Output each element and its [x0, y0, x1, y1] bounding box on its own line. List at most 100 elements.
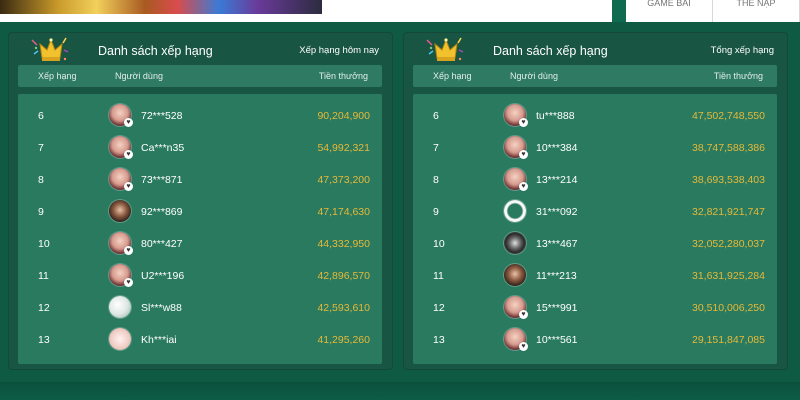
top-banner-area — [0, 0, 612, 22]
column-header-row: Xếp hạng Người dùng Tiền thưởng — [413, 65, 777, 87]
heart-badge-icon: ♥ — [124, 118, 133, 127]
bottom-stripe — [0, 382, 800, 400]
row-user: 13***214 — [536, 174, 578, 186]
row-prize: 42,593,610 — [317, 302, 370, 314]
ranking-panel-today: Danh sách xếp hạng Xếp hạng hôm nay Xếp … — [8, 32, 393, 370]
row-prize: 42,896,570 — [317, 270, 370, 282]
table-row: 8 ♥ 73***871 47,373,200 — [18, 163, 382, 195]
panel-header: Danh sách xếp hạng Tổng xếp hạng — [403, 32, 788, 66]
column-header-user: Người dùng — [115, 71, 163, 81]
row-prize: 41,295,260 — [317, 334, 370, 346]
column-header-prize: Tiền thưởng — [713, 71, 763, 81]
heart-badge-icon: ♥ — [519, 150, 528, 159]
row-user: 10***384 — [536, 142, 578, 154]
table-row: 13 ♥ 10***561 29,151,847,085 — [413, 323, 777, 355]
row-rank: 7 — [38, 142, 44, 154]
row-prize: 54,992,321 — [317, 142, 370, 154]
table-row: 6 ♥ tu***888 47,502,748,550 — [413, 99, 777, 131]
avatar — [109, 296, 131, 318]
row-rank: 8 — [433, 174, 439, 186]
row-prize: 47,502,748,550 — [692, 110, 765, 122]
column-header-rank: Xếp hạng — [433, 71, 472, 81]
row-user: 15***991 — [536, 302, 578, 314]
row-prize: 30,510,006,250 — [692, 302, 765, 314]
row-rank: 6 — [433, 110, 439, 122]
row-user: 73***871 — [141, 174, 183, 186]
table-row: 9 92***869 47,174,630 — [18, 195, 382, 227]
row-user: Sl***w88 — [141, 302, 182, 314]
row-prize: 47,174,630 — [317, 206, 370, 218]
heart-badge-icon: ♥ — [519, 342, 528, 351]
row-prize: 47,373,200 — [317, 174, 370, 186]
table-row: 11 11***213 31,631,925,284 — [413, 259, 777, 291]
row-rank: 9 — [433, 206, 439, 218]
row-rank: 11 — [433, 270, 444, 282]
column-header-rank: Xếp hạng — [38, 71, 77, 81]
row-user: 31***092 — [536, 206, 578, 218]
panel-title: Danh sách xếp hạng — [493, 44, 608, 58]
table-row: 10 ♥ 80***427 44,332,950 — [18, 227, 382, 259]
table-row: 13 Kh***iai 41,295,260 — [18, 323, 382, 355]
row-prize: 90,204,900 — [317, 110, 370, 122]
table-row: 12 Sl***w88 42,593,610 — [18, 291, 382, 323]
row-user: U2***196 — [141, 270, 185, 282]
row-user: tu***888 — [536, 110, 575, 122]
table-row: 8 ♥ 13***214 38,693,538,403 — [413, 163, 777, 195]
row-user: 10***561 — [536, 334, 578, 346]
row-user: 80***427 — [141, 238, 183, 250]
column-header-user: Người dùng — [510, 71, 558, 81]
row-rank: 6 — [38, 110, 44, 122]
row-user: 13***467 — [536, 238, 578, 250]
ranking-table: 6 ♥ tu***888 47,502,748,550 7 ♥ 10***384… — [413, 94, 777, 364]
row-rank: 13 — [38, 334, 50, 346]
heart-badge-icon: ♥ — [124, 246, 133, 255]
row-prize: 44,332,950 — [317, 238, 370, 250]
row-prize: 38,747,588,386 — [692, 142, 765, 154]
table-row: 7 ♥ 10***384 38,747,588,386 — [413, 131, 777, 163]
row-rank: 12 — [433, 302, 445, 314]
crown-icon — [31, 37, 69, 61]
heart-badge-icon: ♥ — [519, 182, 528, 191]
column-header-row: Xếp hạng Người dùng Tiền thưởng — [18, 65, 382, 87]
top-tabs: GAME BÀI THẺ NẠP — [626, 0, 800, 22]
heart-badge-icon: ♥ — [124, 150, 133, 159]
row-rank: 11 — [38, 270, 49, 282]
crown-icon — [426, 37, 464, 61]
heart-badge-icon: ♥ — [124, 278, 133, 287]
panel-title: Danh sách xếp hạng — [98, 44, 213, 58]
row-rank: 8 — [38, 174, 44, 186]
ranking-panel-total: Danh sách xếp hạng Tổng xếp hạng Xếp hạn… — [403, 32, 788, 370]
table-row: 10 13***467 32,052,280,037 — [413, 227, 777, 259]
table-row: 12 ♥ 15***991 30,510,006,250 — [413, 291, 777, 323]
row-prize: 32,821,921,747 — [692, 206, 765, 218]
row-prize: 38,693,538,403 — [692, 174, 765, 186]
row-user: Ca***n35 — [141, 142, 185, 154]
avatar — [504, 200, 526, 222]
panel-header: Danh sách xếp hạng Xếp hạng hôm nay — [8, 32, 393, 66]
avatar — [504, 264, 526, 286]
ranking-filter-total[interactable]: Tổng xếp hạng — [711, 45, 774, 56]
row-rank: 13 — [433, 334, 445, 346]
promo-banner-image[interactable] — [0, 0, 322, 14]
row-rank: 10 — [433, 238, 445, 250]
table-row: 6 ♥ 72***528 90,204,900 — [18, 99, 382, 131]
column-header-prize: Tiền thưởng — [318, 71, 368, 81]
avatar — [504, 232, 526, 254]
row-user: 92***869 — [141, 206, 183, 218]
row-user: 72***528 — [141, 110, 183, 122]
ranking-filter-today[interactable]: Xếp hạng hôm nay — [299, 45, 379, 56]
table-row: 9 31***092 32,821,921,747 — [413, 195, 777, 227]
heart-badge-icon: ♥ — [519, 118, 528, 127]
row-prize: 31,631,925,284 — [692, 270, 765, 282]
table-row: 11 ♥ U2***196 42,896,570 — [18, 259, 382, 291]
avatar — [109, 200, 131, 222]
row-prize: 29,151,847,085 — [692, 334, 765, 346]
row-user: 11***213 — [536, 270, 577, 282]
row-rank: 10 — [38, 238, 50, 250]
heart-badge-icon: ♥ — [519, 310, 528, 319]
avatar — [109, 328, 131, 350]
row-prize: 32,052,280,037 — [692, 238, 765, 250]
tab-game-bai[interactable]: GAME BÀI — [626, 0, 713, 22]
tab-the-nap[interactable]: THẺ NẠP — [713, 0, 800, 22]
row-rank: 7 — [433, 142, 439, 154]
